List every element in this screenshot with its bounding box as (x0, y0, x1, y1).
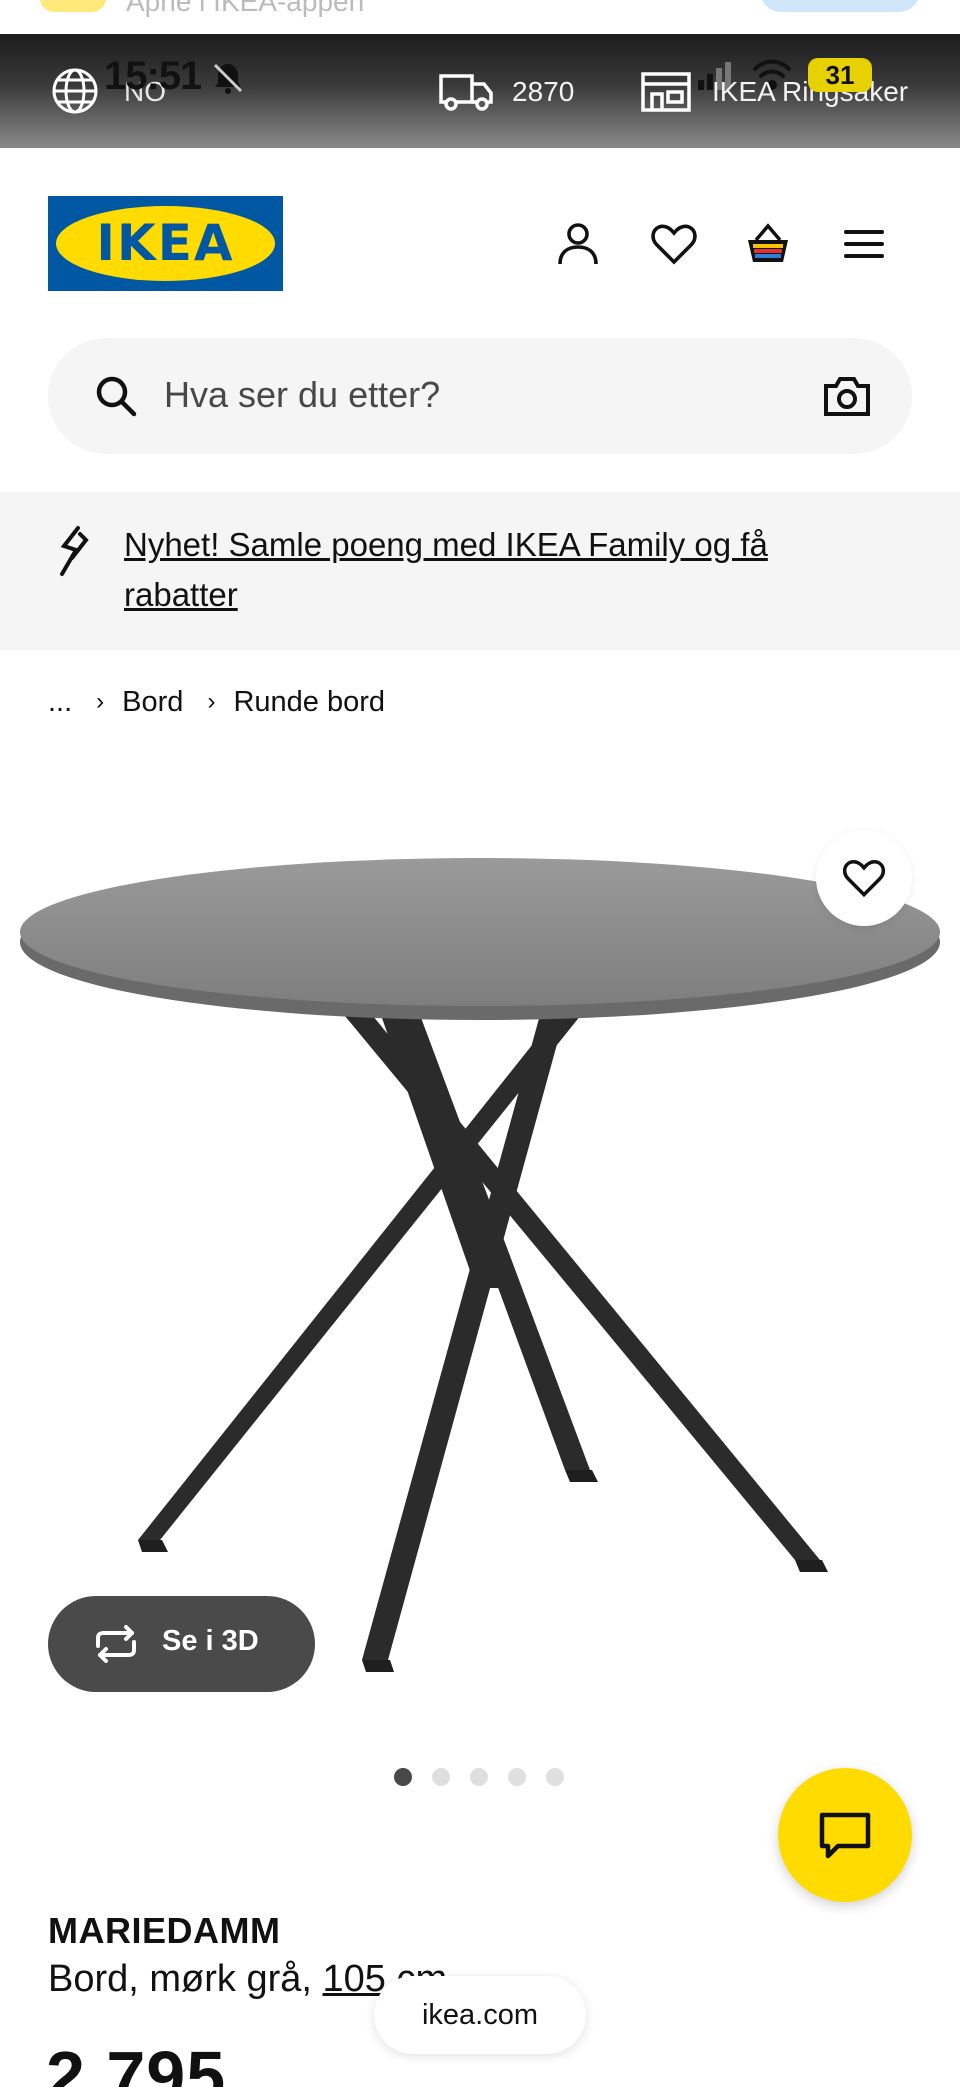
app-banner-icon (40, 0, 106, 12)
breadcrumb-item-runde-bord[interactable]: Runde bord (233, 686, 385, 719)
breadcrumb: ... › Bord › Runde bord (48, 682, 385, 722)
product-image[interactable] (0, 760, 960, 1720)
see-in-3d-label: Se i 3D (162, 1625, 259, 1657)
account-icon[interactable] (552, 218, 604, 270)
product-description-text: Bord, mørk grå, (48, 1958, 312, 2000)
delivery-truck-icon[interactable] (438, 66, 494, 116)
product-favourite-button[interactable] (816, 830, 912, 926)
favourites-heart-icon[interactable] (648, 218, 700, 270)
carousel-dot-3[interactable] (470, 1768, 488, 1786)
ikea-family-promo[interactable]: Nyhet! Samle poeng med IKEA Family og få… (0, 492, 960, 650)
globe-icon[interactable] (50, 66, 100, 116)
menu-hamburger-icon[interactable] (838, 218, 890, 270)
carousel-dot-4[interactable] (508, 1768, 526, 1786)
breadcrumb-item-bord[interactable]: Bord (122, 686, 183, 719)
see-in-3d-button[interactable]: Se i 3D (48, 1596, 315, 1692)
chevron-right-icon: › (207, 688, 216, 715)
search-icon (96, 376, 137, 417)
battery-indicator: 31 (808, 58, 872, 92)
status-time: 15:51 (104, 54, 202, 98)
breadcrumb-ellipsis[interactable]: ... (48, 686, 72, 719)
app-banner-text: Åpne i IKEA-appen (126, 0, 365, 17)
top-utility-bar: NO 15:51 2870 IKEA Ringsaker 31 (0, 34, 960, 148)
carousel-dot-5[interactable] (546, 1768, 564, 1786)
promo-link[interactable]: Nyhet! Samle poeng med IKEA Family og få… (124, 520, 884, 620)
heart-icon (842, 859, 886, 898)
chevron-right-icon: › (96, 688, 105, 715)
chat-button[interactable] (778, 1768, 912, 1902)
browser-url-pill[interactable]: ikea.com (374, 1976, 586, 2054)
app-banner[interactable]: Åpne i IKEA-appen (0, 0, 960, 34)
logo-text: IKEA (96, 214, 235, 272)
carousel-dot-2[interactable] (432, 1768, 450, 1786)
camera-search-icon[interactable] (822, 372, 872, 420)
carousel-dot-1[interactable] (394, 1768, 412, 1786)
bell-muted-icon (213, 63, 243, 94)
delivery-postcode[interactable]: 2870 (512, 76, 574, 108)
rotate-3d-icon (96, 1625, 136, 1663)
store-icon[interactable] (640, 66, 692, 116)
product-name: MARIEDAMM (48, 1910, 281, 1951)
product-price: 2 795 (46, 2037, 227, 2087)
image-carousel-dots[interactable] (394, 1768, 564, 1786)
app-banner-open-button[interactable] (760, 0, 920, 12)
link-chain-icon (60, 526, 89, 576)
search-input[interactable]: Hva ser du etter? (164, 374, 440, 416)
site-header: IKEA Hva ser du etter? (0, 148, 960, 454)
search-bar[interactable]: Hva ser du etter? (48, 338, 912, 454)
battery-level: 31 (825, 60, 855, 90)
chat-bubble-icon (819, 1812, 871, 1859)
ikea-logo[interactable]: IKEA (48, 196, 283, 291)
shopping-basket-icon[interactable] (742, 218, 794, 270)
